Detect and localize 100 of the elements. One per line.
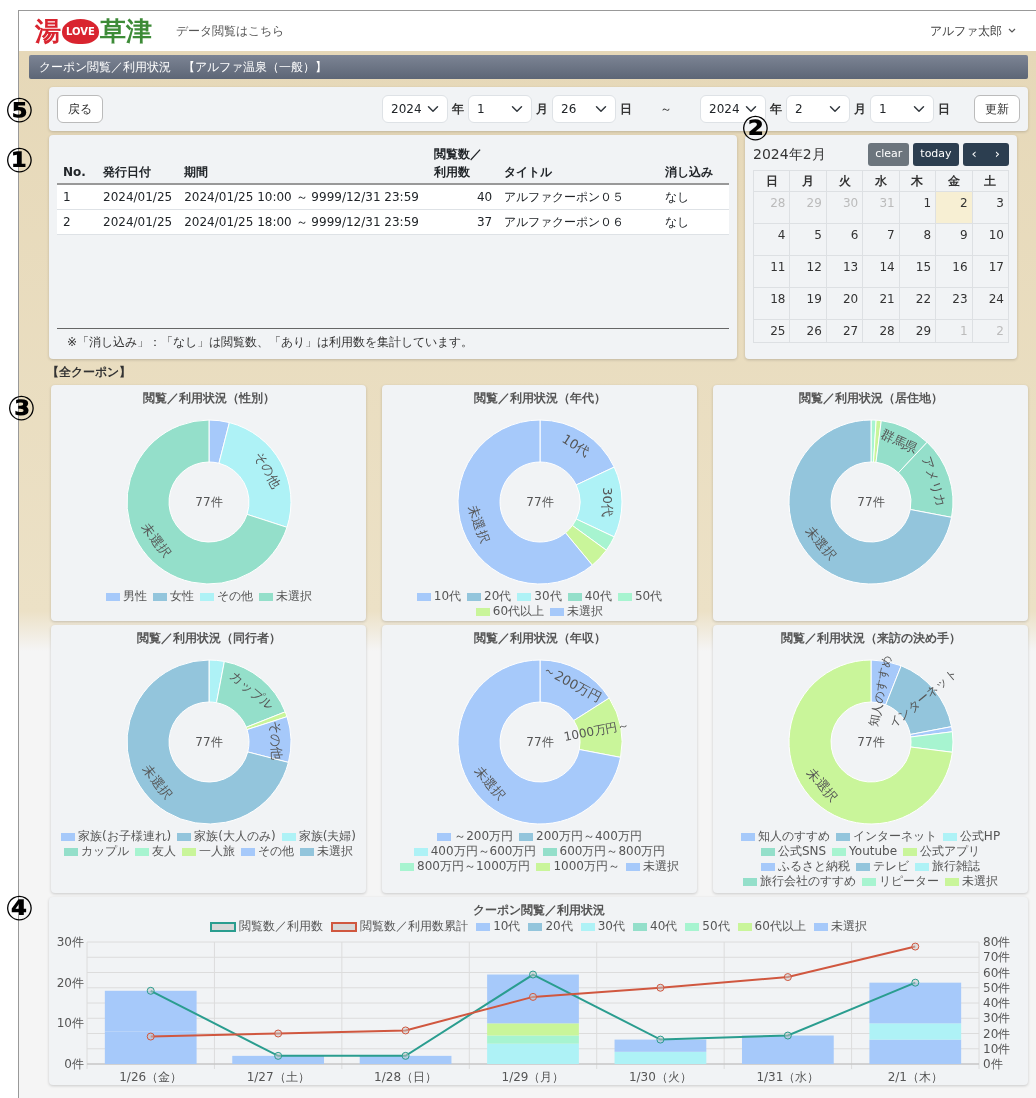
title-bar: クーポン閲覧／利用状況 【アルファ温泉（一般）】 xyxy=(29,55,1028,79)
legend-item: 未選択 xyxy=(550,604,604,619)
weekday-label: 木 xyxy=(899,170,936,191)
legend-item: 600万円～800万円 xyxy=(542,844,666,859)
weekday-label: 水 xyxy=(862,170,900,191)
legend-item: ～200万円 xyxy=(437,829,514,844)
callout-number: ① xyxy=(5,143,34,177)
axis-label: 80件 xyxy=(983,935,1011,949)
slice-label: その他 xyxy=(267,720,284,760)
table-cell: なし xyxy=(659,209,729,235)
unit-label: 年 xyxy=(770,101,782,118)
unit-label: 日 xyxy=(938,101,950,118)
callout-number: ③ xyxy=(7,391,36,425)
legend-item: 未選択 xyxy=(300,844,353,859)
legend-item: 20代 xyxy=(467,589,512,604)
chart-title: 閲覧／利用状況（来訪の決め手） xyxy=(779,630,962,647)
legend-item: 800万円～1000万円 xyxy=(400,859,531,874)
axis-label: 10件 xyxy=(983,1041,1011,1056)
legend-item: カップル xyxy=(64,844,129,859)
unit-label: 月 xyxy=(536,101,548,118)
weekday-label: 月 xyxy=(789,170,827,191)
slice-label: 未選択 xyxy=(138,520,174,561)
center-total: 77件 xyxy=(525,734,554,749)
legend-item: 10代 xyxy=(416,589,462,604)
legend-item: ふるさと納税 xyxy=(761,859,850,874)
slice-label: 10代 xyxy=(558,431,592,460)
table-cell: アルファクーポン０６ xyxy=(498,209,659,235)
axis-label: 1/31（水） xyxy=(756,1070,820,1084)
axis-label: 10件 xyxy=(56,1016,84,1031)
chart-title: 閲覧／利用状況（年代） xyxy=(472,390,607,407)
center-total: 77件 xyxy=(856,494,885,509)
slice-label: 群馬県 xyxy=(878,426,920,457)
legend-item: 200万円～400万円 xyxy=(519,829,642,844)
legend-item: 40代 xyxy=(633,919,678,934)
legend-item: 50代 xyxy=(685,919,730,934)
table-cell: 37 xyxy=(428,209,499,235)
callout-number: ⑤ xyxy=(5,93,34,127)
table-cell: アルファクーポン０５ xyxy=(498,184,659,210)
table-cell: 2024/01/25 18:00 ～ 9999/12/31 23:59 xyxy=(178,209,429,235)
chart-title: クーポン閲覧／利用状況 xyxy=(471,902,606,919)
table-cell: 2024/01/25 xyxy=(97,209,179,235)
legend-item: その他 xyxy=(199,589,253,604)
axis-label: 70件 xyxy=(983,950,1011,965)
legend-item: 閲覧数／利用数 xyxy=(210,919,324,934)
center-total: 77件 xyxy=(194,734,223,749)
slice-label: 未選択 xyxy=(803,765,841,805)
axis-label: 1/28（日） xyxy=(374,1070,438,1084)
legend-item: 家族(夫婦) xyxy=(281,829,357,844)
table-note: ※「消し込み」：「なし」は閲覧数、「あり」は利用数を集計しています。 xyxy=(57,328,729,351)
slice-label: カップル xyxy=(226,668,277,713)
legend-item: 知人のすすめ xyxy=(740,829,830,844)
legend-item: 家族(大人のみ) xyxy=(177,829,276,844)
legend-item: 旅行雑誌 xyxy=(915,859,980,874)
unit-label: 年 xyxy=(452,101,464,118)
center-total: 77件 xyxy=(856,734,885,749)
axis-label: 0件 xyxy=(983,1057,1003,1071)
legend-item: テレビ xyxy=(856,859,909,874)
legend-item: 10代 xyxy=(476,919,521,934)
legend-item: 一人旅 xyxy=(182,844,235,859)
axis-label: 60件 xyxy=(983,965,1011,980)
chart-title: 閲覧／利用状況（居住地） xyxy=(797,390,944,407)
legend-item: 30代 xyxy=(580,919,625,934)
legend-item: 1000万円～ xyxy=(536,859,620,874)
weekday-label: 火 xyxy=(826,170,863,191)
range-separator: ～ xyxy=(660,101,672,118)
axis-label: 2/1（木） xyxy=(887,1070,943,1084)
slice-label: 未選択 xyxy=(471,763,508,804)
legend-item: 公式SNS xyxy=(760,844,827,859)
chart-title: 閲覧／利用状況（年収） xyxy=(472,630,607,647)
legend-item: 60代以上 xyxy=(737,919,806,934)
legend-item: 未選択 xyxy=(258,589,312,604)
legend-item: 閲覧数／利用数累計 xyxy=(331,919,469,934)
legend-item: 未選択 xyxy=(626,859,679,874)
weekday-label: 土 xyxy=(972,170,1009,191)
slice-label: 未選択 xyxy=(464,503,492,545)
unit-label: 日 xyxy=(620,101,632,118)
legend-item: Youtube xyxy=(832,844,898,859)
table-cell: 2 xyxy=(57,209,97,235)
legend-item: 女性 xyxy=(152,589,194,604)
legend-item: リピーター xyxy=(862,874,939,889)
legend-item: 60代以上 xyxy=(475,604,545,619)
logo-text: 草津 xyxy=(99,18,152,44)
slice-label: 1000万円～ xyxy=(562,717,631,744)
axis-label: 20件 xyxy=(983,1026,1011,1041)
weekday-label: 日 xyxy=(753,170,790,191)
axis-label: 50件 xyxy=(983,980,1011,995)
legend-item: 家族(お子様連れ) xyxy=(60,829,172,844)
slice-label: 未選択 xyxy=(139,761,175,802)
legend-item: 40代 xyxy=(567,589,612,604)
axis-label: 1/29（月） xyxy=(501,1070,565,1084)
axis-label: 1/27（土） xyxy=(246,1070,310,1084)
legend-item: 20代 xyxy=(528,919,573,934)
axis-label: 30件 xyxy=(983,1011,1011,1026)
logo-text: 湯 xyxy=(35,18,61,44)
legend-item: 50代 xyxy=(617,589,663,604)
axis-label: 1/30（火） xyxy=(628,1070,692,1084)
legend-item: 400万円～600万円 xyxy=(413,844,537,859)
slice-label: 未選択 xyxy=(802,523,839,564)
axis-label: 20件 xyxy=(56,975,84,990)
center-total: 77件 xyxy=(194,494,223,509)
